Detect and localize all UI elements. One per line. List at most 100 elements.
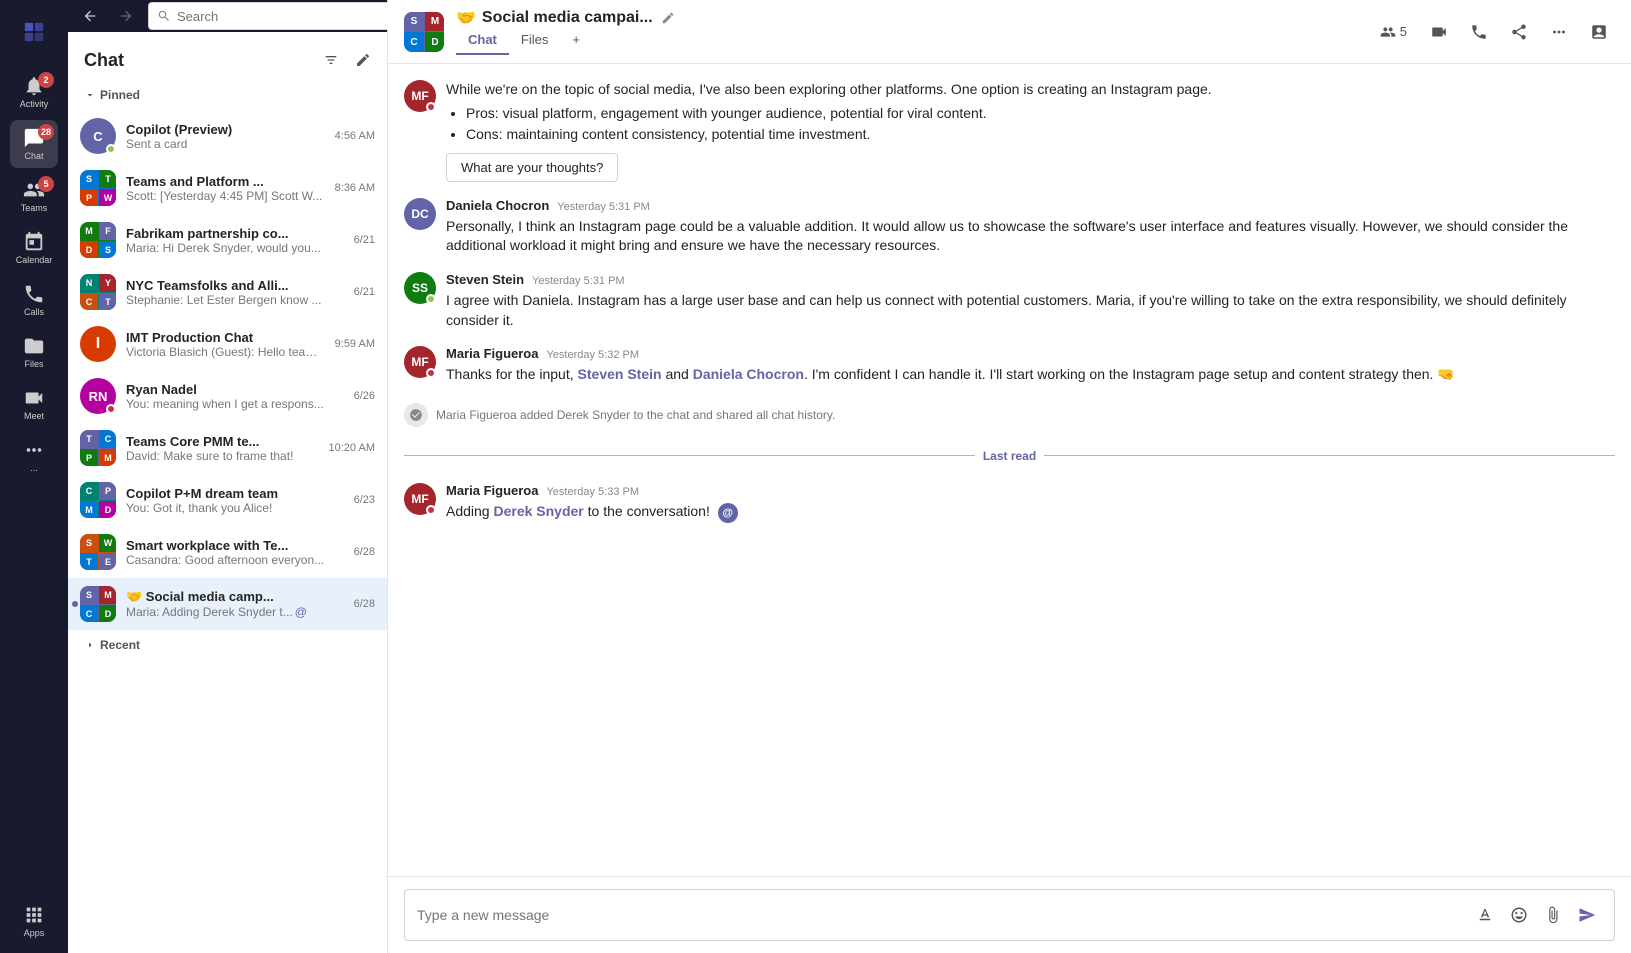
chat-name: Ryan Nadel xyxy=(126,382,344,397)
filter-button[interactable] xyxy=(319,48,343,72)
mention-steven[interactable]: Steven Stein xyxy=(578,366,662,382)
chat-time: 6/21 xyxy=(354,286,375,298)
video-call-button[interactable] xyxy=(1423,16,1455,48)
list-item[interactable]: C Copilot (Preview) Sent a card 4:56 AM xyxy=(68,110,387,162)
chat-panel: Microsoft M − □ ✕ Chat xyxy=(68,0,388,953)
share-button[interactable] xyxy=(1503,16,1535,48)
edit-name-button[interactable] xyxy=(659,9,677,27)
chat-meta: 8:36 AM xyxy=(335,182,375,194)
chat-info: NYC Teamsfolks and Alli... Stephanie: Le… xyxy=(126,278,344,307)
sidebar-item-calendar[interactable]: Calendar xyxy=(10,224,58,272)
search-input[interactable] xyxy=(177,9,419,24)
message-content: While we're on the topic of social media… xyxy=(446,80,1615,182)
chat-name: IMT Production Chat xyxy=(126,330,325,345)
sidebar-item-activity[interactable]: 2 Activity xyxy=(10,68,58,116)
search-bar xyxy=(148,2,428,30)
message-group: DC Daniela Chocron Yesterday 5:31 PM Per… xyxy=(404,198,1615,256)
text-before: Thanks for the input, xyxy=(446,366,578,382)
app-sidebar: 2 Activity 28 Chat 5 Teams Calendar Call… xyxy=(0,0,68,953)
chat-preview: Maria: Hi Derek Snyder, would you... xyxy=(126,241,344,255)
status-busy xyxy=(426,505,436,515)
sidebar-item-meet[interactable]: Meet xyxy=(10,380,58,428)
sidebar-item-chat[interactable]: 28 Chat xyxy=(10,120,58,168)
tab-chat[interactable]: Chat xyxy=(456,28,509,55)
tab-files[interactable]: Files xyxy=(509,28,560,55)
meet-label: Meet xyxy=(24,411,44,421)
chat-meta: 6/28 xyxy=(354,598,375,610)
sidebar-item-calls[interactable]: Calls xyxy=(10,276,58,324)
pinned-label[interactable]: Pinned xyxy=(84,84,371,106)
list-item[interactable]: T C P M Teams Core PMM te... David: Make… xyxy=(68,422,387,474)
last-read-divider: Last read xyxy=(404,449,1615,463)
message-author: Maria Figueroa xyxy=(446,346,538,361)
list-item[interactable]: S T P W Teams and Platform ... Scott: [Y… xyxy=(68,162,387,214)
tab-bar: Chat Files + xyxy=(456,28,1360,55)
sidebar-item-teams[interactable]: 5 Teams xyxy=(10,172,58,220)
chat-header-name: 🤝 Social media campai... xyxy=(456,8,1360,28)
new-chat-button[interactable] xyxy=(351,48,375,72)
mention-daniela[interactable]: Daniela Chocron xyxy=(693,366,804,382)
sidebar-item-more[interactable]: ... xyxy=(10,432,58,480)
chat-info: Teams and Platform ... Scott: [Yesterday… xyxy=(126,174,325,203)
avatar: I xyxy=(80,326,116,362)
last-read-line-right xyxy=(1044,455,1615,456)
list-item[interactable]: N Y C T NYC Teamsfolks and Alli... Steph… xyxy=(68,266,387,318)
forward-button[interactable] xyxy=(112,2,140,30)
chat-header-info: 🤝 Social media campai... Chat Files + xyxy=(456,8,1360,55)
list-item[interactable]: RN Ryan Nadel You: meaning when I get a … xyxy=(68,370,387,422)
chat-name: Copilot (Preview) xyxy=(126,122,325,137)
more-label: ... xyxy=(30,463,38,473)
chat-preview: You: Got it, thank you Alice! xyxy=(126,501,344,515)
list-item[interactable]: C P M D Copilot P+M dream team You: Got … xyxy=(68,474,387,526)
audio-call-button[interactable] xyxy=(1463,16,1495,48)
sidebar-item-files[interactable]: Files xyxy=(10,328,58,376)
avatar-wrap: MF xyxy=(404,483,436,515)
message-content: Maria Figueroa Yesterday 5:32 PM Thanks … xyxy=(446,346,1615,385)
message-avatar: MF xyxy=(404,346,436,378)
avatar-wrap: S W T E xyxy=(80,534,116,570)
chat-time: 6/28 xyxy=(354,598,375,610)
avatar: N Y C T xyxy=(80,274,116,310)
last-read-line-left xyxy=(404,455,975,456)
avatar: M F D S xyxy=(80,222,116,258)
chat-time: 6/21 xyxy=(354,234,375,246)
message-header: Steven Stein Yesterday 5:31 PM xyxy=(446,272,1615,287)
attach-button[interactable] xyxy=(1538,900,1568,930)
list-item[interactable]: M F D S Fabrikam partnership co... Maria… xyxy=(68,214,387,266)
chat-info: Smart workplace with Te... Casandra: Goo… xyxy=(126,538,344,567)
add-text-after: to the conversation! xyxy=(584,503,710,519)
message-text: Thanks for the input, Steven Stein and D… xyxy=(446,365,1615,385)
send-button[interactable] xyxy=(1572,900,1602,930)
chat-meta: 6/28 xyxy=(354,546,375,558)
avatar: DC xyxy=(404,198,436,230)
thoughts-button[interactable]: What are your thoughts? xyxy=(446,153,618,182)
back-button[interactable] xyxy=(76,2,104,30)
sidebar-item-apps[interactable]: Apps xyxy=(10,897,58,945)
tab-add[interactable]: + xyxy=(560,28,592,55)
teams-label: Teams xyxy=(21,203,48,213)
list-item[interactable]: I IMT Production Chat Victoria Blasich (… xyxy=(68,318,387,370)
status-online xyxy=(426,294,436,304)
avatar-wrap: S M C D xyxy=(80,586,116,622)
list-item[interactable]: S W T E Smart workplace with Te... Casan… xyxy=(68,526,387,578)
participants-button[interactable]: 5 xyxy=(1372,20,1415,44)
emoji-button[interactable] xyxy=(1504,900,1534,930)
chat-time: 9:59 AM xyxy=(335,338,375,350)
teams-logo[interactable] xyxy=(10,8,58,56)
recent-label[interactable]: Recent xyxy=(84,634,371,656)
status-busy xyxy=(106,404,116,414)
status-busy xyxy=(426,368,436,378)
chat-meta: 6/23 xyxy=(354,494,375,506)
list-item[interactable]: S M C D 🤝 Social media camp... Maria: Ad… xyxy=(68,578,387,630)
message-avatar: SS xyxy=(404,272,436,304)
avatar: T C P M xyxy=(80,430,116,466)
chat-meta: 6/21 xyxy=(354,234,375,246)
format-button[interactable] xyxy=(1470,900,1500,930)
mention-derek[interactable]: Derek Snyder xyxy=(493,503,583,519)
message-input[interactable] xyxy=(417,907,1462,923)
chat-preview: Stephanie: Let Ester Bergen know ... xyxy=(126,293,344,307)
chat-more-button[interactable] xyxy=(1543,16,1575,48)
chat-preview: Scott: [Yesterday 4:45 PM] Scott W... xyxy=(126,189,325,203)
chat-extra-button[interactable] xyxy=(1583,16,1615,48)
avatar-wrap: RN xyxy=(80,378,116,414)
